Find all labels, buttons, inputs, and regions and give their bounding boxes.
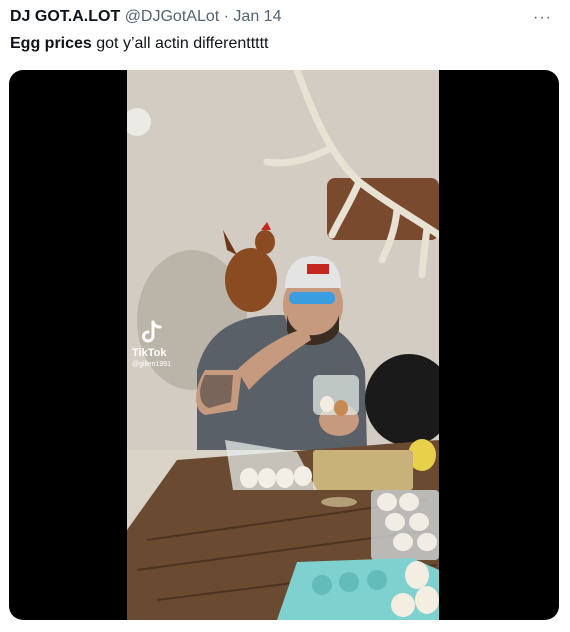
tweet-text-rest: got y’all actin differenttttt (91, 35, 269, 52)
tiktok-logo-icon (141, 320, 162, 343)
author-display-name[interactable]: DJ GOT.A.LOT (10, 8, 120, 25)
author-handle[interactable]: @DJGotALot (125, 8, 220, 25)
tweet-text-bold: Egg prices (10, 35, 92, 52)
egg-carton (371, 490, 439, 560)
tiktok-brand: TikTok (132, 347, 167, 359)
author-line: DJ GOT.A.LOT @DJGotALot · Jan 14 (10, 8, 558, 26)
video-scene (127, 70, 439, 620)
video-frame[interactable]: TikTok @gillen1991 (127, 70, 439, 620)
tiktok-username: @gillen1991 (132, 361, 172, 368)
separator-dot: · (223, 8, 229, 25)
tweet-header: DJ GOT.A.LOT @DJGotALot · Jan 14 ··· (10, 8, 558, 30)
teal-egg-carton (277, 558, 439, 620)
tweet-video[interactable]: TikTok @gillen1991 (9, 70, 559, 620)
seed-tray (313, 450, 413, 490)
tweet-text: Egg prices got y’all actin differenttttt (10, 35, 269, 53)
tweet-date[interactable]: Jan 14 (233, 8, 281, 25)
more-options-icon[interactable]: ··· (533, 9, 552, 27)
